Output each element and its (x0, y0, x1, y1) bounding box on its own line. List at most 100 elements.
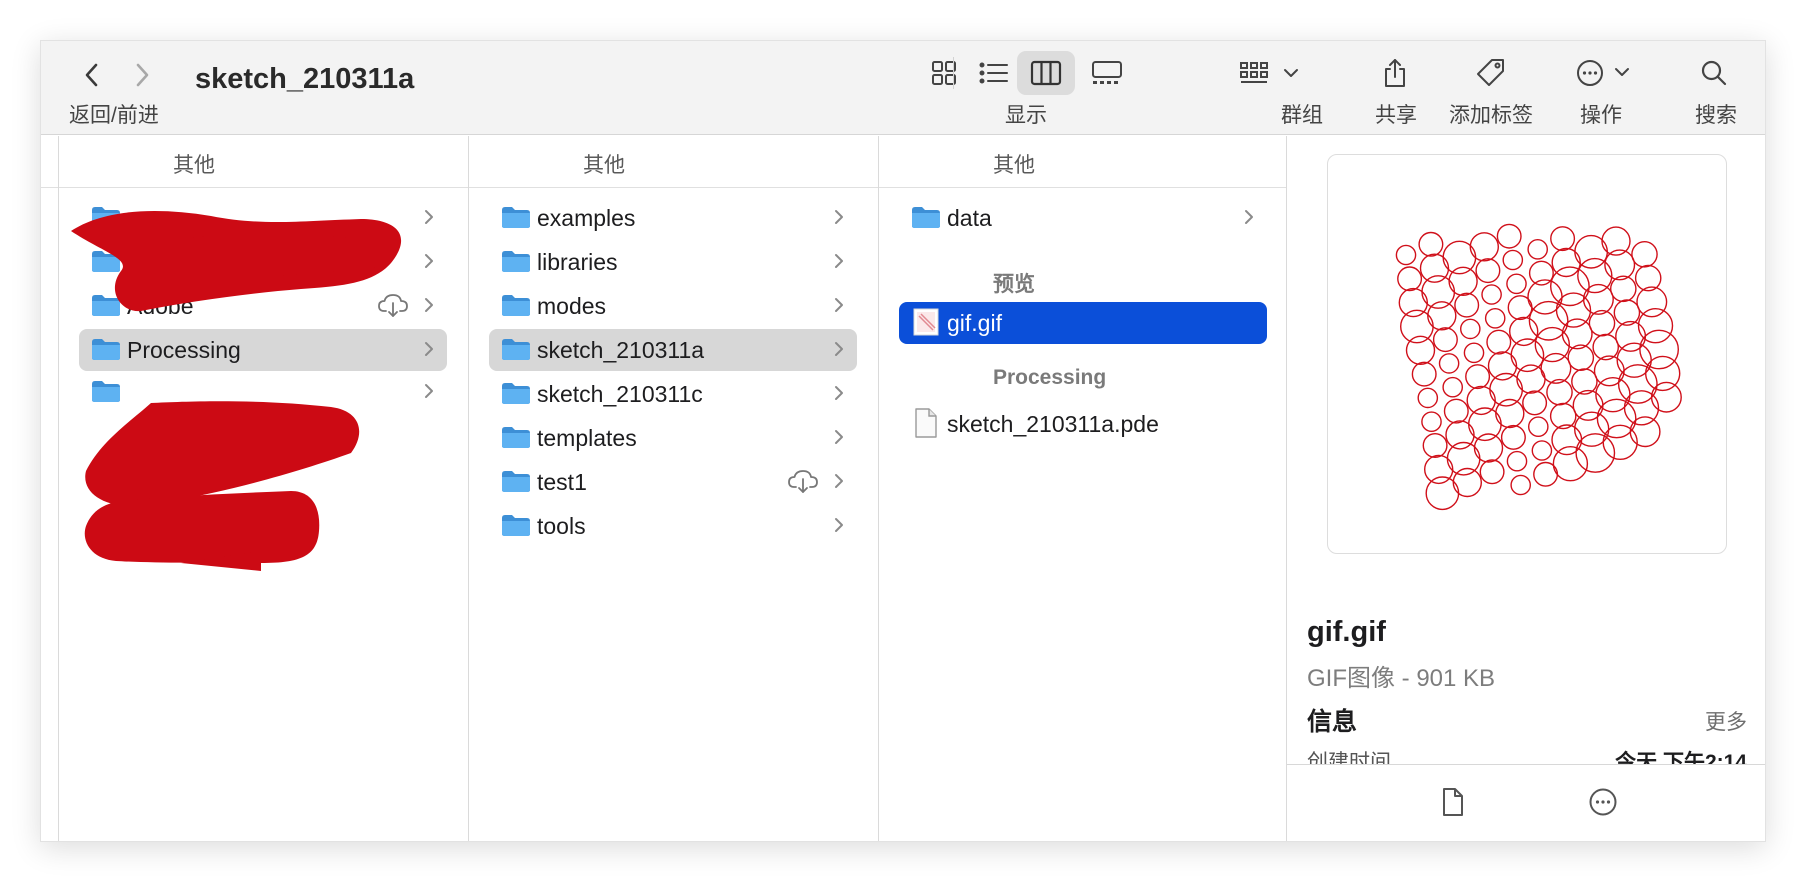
forward-button[interactable] (125, 55, 159, 95)
chevron-right-icon (835, 518, 843, 532)
gif-pattern-circle (1508, 316, 1539, 347)
folder-icon (92, 381, 120, 402)
tag-button[interactable] (1471, 51, 1511, 95)
gif-pattern-circle (1427, 301, 1457, 331)
gif-pattern-circle (1411, 361, 1437, 387)
gif-pattern-circle (1448, 266, 1478, 297)
column-view-button[interactable] (1017, 51, 1075, 95)
folder-icon (502, 207, 530, 228)
gif-pattern-circle (1551, 424, 1583, 456)
chevron-right-icon (835, 210, 843, 224)
column-1-item-label: Adobe (127, 293, 194, 319)
list-view-icon (979, 62, 1008, 84)
folder-icon (502, 427, 530, 448)
action-ellipsis-icon (1577, 60, 1629, 86)
preview-filename: gif.gif (1307, 616, 1386, 648)
download-button[interactable] (787, 468, 819, 494)
action-label: 操作 (1580, 104, 1622, 127)
chevron-right-icon (835, 430, 843, 444)
folder-icon (92, 251, 120, 272)
gif-pattern-circle (1522, 390, 1548, 416)
download-button[interactable] (377, 292, 409, 318)
gif-pattern-circle (1500, 424, 1526, 450)
column-2-item-templates[interactable]: templates (489, 417, 857, 459)
gallery-view-button[interactable] (1078, 51, 1136, 95)
open-document-button[interactable] (1435, 784, 1471, 820)
created-row: 创建时间 今天 下午2:14 (1287, 748, 1765, 764)
gif-pattern-circle (1502, 249, 1524, 271)
folder-icon (502, 515, 530, 536)
gif-pattern-circle (1602, 424, 1638, 460)
more-link[interactable]: 更多 (1705, 706, 1747, 736)
chevron-right-icon (425, 384, 433, 398)
gif-pattern-circle (1469, 232, 1500, 262)
column-2-item-libraries[interactable]: libraries (489, 241, 857, 283)
column-3-item-data[interactable]: data (899, 197, 1267, 239)
cloud-download-icon (788, 470, 818, 493)
column-2-item-modes[interactable]: modes (489, 285, 857, 327)
folder-icon (502, 251, 530, 272)
gif-pattern-circle (1571, 368, 1598, 395)
gif-pattern-circle (1650, 381, 1682, 413)
group-label-preview: 预览 (993, 273, 1035, 296)
gif-pattern-circle (1575, 433, 1616, 473)
ellipsis-circle-icon (1589, 788, 1617, 816)
gif-pattern-circle (1473, 433, 1504, 463)
document-icon (1443, 788, 1463, 816)
gif-pattern-circle (1418, 231, 1444, 257)
column-1-header: 其他 (173, 154, 215, 177)
created-value: 今天 下午2:14 (1615, 751, 1747, 764)
gif-pattern-circle (1465, 364, 1491, 390)
column-2-item-sketch-210311c[interactable]: sketch_210311c (489, 373, 857, 415)
gif-pattern-circle (1495, 398, 1525, 429)
column-2-item-examples[interactable]: examples (489, 197, 857, 239)
column-3-item-gif-gif[interactable]: gif.gif (899, 302, 1267, 344)
gif-pattern-circle (1398, 287, 1429, 318)
column-2-item-label: test1 (537, 469, 587, 495)
column-1-item-redacted-1[interactable] (79, 241, 447, 283)
window-title: sketch_210311a (195, 63, 415, 95)
folder-icon (912, 207, 940, 228)
column-2-item-sketch-210311a[interactable]: sketch_210311a (489, 329, 857, 371)
column-1-item-redacted-4[interactable] (79, 371, 447, 413)
column-1-item-redacted-0[interactable] (79, 197, 447, 239)
column-2-item-label: sketch_210311c (537, 381, 703, 407)
gif-pattern-circle (1405, 335, 1436, 366)
column-1-item-adobe[interactable]: Adobe (79, 285, 447, 327)
column-2: 其他 examples libraries modes sketch_21031… (469, 136, 879, 841)
list-view-button[interactable] (965, 51, 1023, 95)
column-2-item-test1[interactable]: test1 (489, 461, 857, 503)
gallery-view-icon (1092, 61, 1122, 84)
folder-icon (92, 295, 120, 316)
chevron-left-icon (85, 63, 98, 87)
view-label: 显示 (1005, 104, 1047, 127)
gif-pattern-circle (1540, 352, 1572, 384)
group-label-processing: Processing (993, 366, 1107, 389)
share-button[interactable] (1377, 51, 1413, 95)
preview-gif-thumbnail (1395, 223, 1682, 511)
column-2-item-label: examples (537, 205, 636, 231)
chevron-right-icon (835, 474, 843, 488)
gif-pattern-circle (1445, 420, 1475, 450)
back-button[interactable] (75, 55, 109, 95)
action-button[interactable] (1573, 51, 1639, 95)
gif-pattern-circle (1442, 376, 1463, 398)
search-icon (1701, 60, 1727, 86)
search-label: 搜索 (1695, 104, 1737, 127)
document-icon (915, 408, 937, 438)
created-label: 创建时间 (1307, 751, 1391, 764)
column-1-item-processing[interactable]: Processing (79, 329, 447, 371)
column-3-item-sketch-210311a-pde[interactable]: sketch_210311a.pde (899, 403, 1267, 445)
gif-pattern-circle (1463, 342, 1485, 364)
gif-pattern-circle (1636, 286, 1668, 318)
chevron-right-icon (425, 342, 433, 356)
column-2-item-tools[interactable]: tools (489, 505, 857, 547)
group-button[interactable] (1237, 51, 1307, 95)
search-button[interactable] (1697, 51, 1731, 95)
column-3: 其他 data gif.gif sketch_210311a.pde 预览 Pr… (879, 136, 1287, 841)
share-icon (1385, 59, 1405, 87)
gif-pattern-circle (1454, 292, 1480, 318)
folder-icon (502, 295, 530, 316)
gif-pattern-circle (1550, 226, 1576, 252)
more-actions-button[interactable] (1585, 784, 1621, 820)
